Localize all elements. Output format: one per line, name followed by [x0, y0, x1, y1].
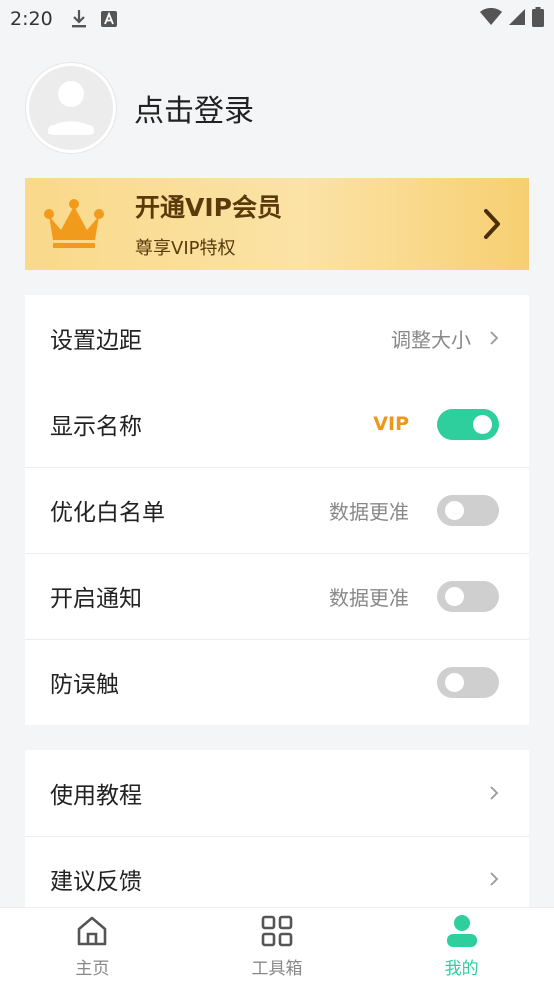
vip-subtitle: 尊享VIP特权	[135, 238, 236, 259]
setting-label: 设置边距	[50, 328, 142, 354]
nav-label: 主页	[75, 958, 110, 979]
toggle-knob	[445, 586, 464, 606]
download-icon	[71, 9, 87, 29]
setting-label: 防误触	[50, 672, 119, 698]
grid-icon	[261, 915, 293, 946]
setting-label: 显示名称	[50, 414, 142, 440]
vip-badge: VIP	[373, 413, 409, 435]
user-icon	[446, 914, 477, 947]
setting-row-margin[interactable]: 设置边距 调整大小	[25, 295, 529, 381]
signal-icon	[508, 8, 526, 30]
nav-item-mine[interactable]: 我的	[369, 908, 554, 984]
vip-title: 开通VIP会员	[135, 193, 282, 222]
chevron-right-icon	[490, 872, 499, 886]
status-bar: 2:20	[0, 0, 554, 38]
nav-item-toolbox[interactable]: 工具箱	[185, 908, 370, 984]
chevron-right-icon	[484, 209, 500, 239]
vip-banner[interactable]: 开通VIP会员 尊享VIP特权	[25, 178, 529, 270]
setting-row-show-name: 显示名称 VIP	[25, 381, 529, 467]
anti-mistouch-toggle[interactable]	[437, 666, 499, 698]
chevron-right-icon	[490, 331, 499, 345]
profile-header[interactable]: 点击登录	[26, 62, 254, 154]
login-link[interactable]: 点击登录	[134, 86, 254, 130]
setting-hint: 数据更准	[329, 499, 409, 524]
setting-row-notification: 开启通知 数据更准	[25, 553, 529, 639]
status-time: 2:20	[10, 8, 53, 30]
nav-label: 我的	[444, 958, 479, 979]
toggle-knob	[473, 414, 492, 434]
help-row-tutorial[interactable]: 使用教程	[25, 750, 529, 836]
toggle-knob	[445, 672, 464, 692]
bottom-nav: 主页 工具箱 我的	[0, 907, 554, 984]
setting-hint: 数据更准	[329, 585, 409, 610]
show-name-toggle[interactable]	[437, 408, 499, 440]
crown-icon	[44, 199, 104, 248]
setting-label: 开启通知	[50, 586, 142, 612]
nav-label: 工具箱	[251, 958, 303, 979]
help-label: 使用教程	[50, 783, 142, 809]
whitelist-toggle[interactable]	[437, 494, 499, 526]
user-avatar-icon[interactable]	[26, 63, 116, 153]
toggle-knob	[445, 500, 464, 520]
wifi-icon	[480, 8, 502, 30]
setting-hint: 调整大小	[391, 327, 471, 352]
settings-card: 设置边距 调整大小 显示名称 VIP 优化白名单 数据更准 开启通知 数据更准 …	[25, 295, 529, 725]
help-card: 使用教程 建议反馈	[25, 750, 529, 922]
battery-icon	[532, 7, 544, 31]
setting-row-whitelist: 优化白名单 数据更准	[25, 467, 529, 553]
notification-toggle[interactable]	[437, 580, 499, 612]
chevron-right-icon	[490, 786, 499, 800]
setting-label: 优化白名单	[50, 500, 165, 526]
help-label: 建议反馈	[50, 869, 142, 895]
home-icon	[78, 916, 107, 945]
a-notification-icon	[100, 11, 117, 27]
setting-row-anti-mistouch: 防误触	[25, 639, 529, 725]
nav-item-home[interactable]: 主页	[0, 908, 185, 984]
